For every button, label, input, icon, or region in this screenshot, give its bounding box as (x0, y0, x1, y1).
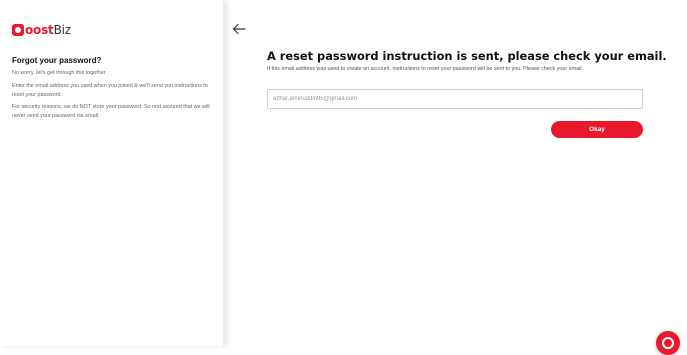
sidebar-paragraph-1: No worry, let's get through this togethe… (12, 70, 107, 76)
email-field[interactable] (267, 89, 643, 109)
boostbiz-logo: oostBiz (12, 23, 71, 37)
logo-text-bold: oost (25, 23, 54, 37)
page-title: A reset password instruction is sent, pl… (267, 49, 667, 63)
back-button[interactable] (232, 22, 246, 35)
logo-b-icon (12, 24, 24, 36)
okay-button[interactable]: Okay (551, 121, 643, 138)
info-sidebar: oostBiz Forgot your password? No worry, … (0, 0, 224, 346)
sidebar-title: Forgot your password? (12, 56, 102, 65)
help-chat-icon[interactable] (656, 331, 680, 355)
logo-text-light: Biz (53, 23, 71, 37)
page-subtitle: If this email address was used to create… (267, 66, 584, 72)
sidebar-paragraph-2: Enter the email address you used when yo… (12, 83, 208, 98)
sidebar-paragraph-3: For security reasons, we do NOT store yo… (12, 104, 210, 119)
arrow-left-icon (232, 23, 246, 35)
